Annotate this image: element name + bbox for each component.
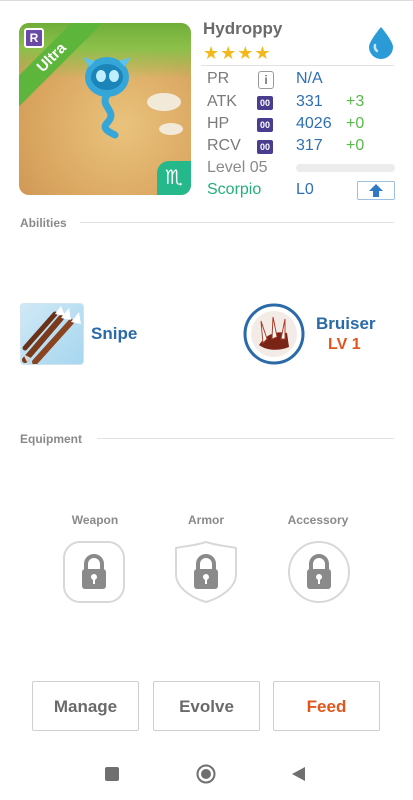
stat-value: 4026 (296, 115, 332, 132)
arrows-icon (22, 306, 81, 364)
arrow-up-icon (369, 184, 383, 197)
stat-label: PR (207, 70, 230, 87)
stat-value: N/A (296, 70, 323, 87)
stat-plus-chip: 00 (257, 96, 273, 110)
armor-slot[interactable] (174, 540, 238, 604)
abilities-divider (80, 222, 394, 223)
zodiac-level: L0 (296, 181, 314, 198)
stat-bonus: +0 (346, 137, 365, 154)
zodiac-name: Scorpio (207, 181, 262, 198)
ability-name[interactable]: Snipe (91, 324, 137, 344)
portrait-rock (147, 93, 181, 111)
trait-name[interactable]: Bruiser (316, 314, 376, 334)
portrait-rock (159, 123, 183, 135)
equipment-title: Equipment (20, 432, 82, 446)
stat-value: 331 (296, 93, 323, 110)
name-divider (201, 65, 394, 66)
recents-icon[interactable] (104, 766, 120, 782)
manage-button[interactable]: Manage (32, 681, 139, 731)
weapon-label: Weapon (71, 513, 119, 527)
stat-bonus: +3 (346, 93, 365, 110)
zodiac-upgrade-button[interactable] (357, 181, 395, 200)
accessory-slot[interactable] (287, 540, 351, 604)
stat-value: 317 (296, 137, 323, 154)
home-icon[interactable] (196, 764, 216, 784)
stat-row-pr: PR i N/A (207, 70, 397, 92)
rank-badge: R (24, 28, 44, 48)
top-divider (0, 0, 413, 1)
weapon-slot[interactable] (62, 540, 126, 604)
accessory-label: Accessory (287, 513, 349, 527)
stat-label: RCV (207, 137, 241, 154)
monster-name: Hydroppy (203, 19, 283, 38)
claw-icon[interactable] (243, 303, 305, 365)
monster-portrait[interactable]: Ultra R ♏ (19, 23, 191, 195)
trait-level: LV 1 (328, 336, 361, 353)
abilities-title: Abilities (20, 216, 67, 230)
ability-snipe-icon[interactable] (20, 303, 84, 365)
evolve-button[interactable]: Evolve (153, 681, 260, 731)
stat-label: ATK (207, 93, 237, 110)
zodiac-corner-icon: ♏ (157, 161, 191, 195)
info-icon[interactable]: i (258, 71, 274, 89)
stat-row-atk: ATK 00 331 +3 (207, 93, 397, 115)
back-icon[interactable] (290, 766, 306, 782)
level-label: Level 05 (207, 159, 268, 176)
stat-plus-chip: 00 (257, 118, 273, 132)
armor-label: Armor (187, 513, 224, 527)
stat-plus-chip: 00 (257, 140, 273, 154)
feed-button[interactable]: Feed (273, 681, 380, 731)
level-progress-bar (296, 164, 395, 172)
star-rating: ★★★★ (203, 43, 272, 63)
stat-label: HP (207, 115, 230, 132)
water-drop-icon (369, 27, 393, 59)
stat-bonus: +0 (346, 115, 365, 132)
system-navbar (0, 745, 413, 800)
equipment-divider (97, 438, 394, 439)
stat-row-hp: HP 00 4026 +0 (207, 115, 397, 137)
stat-row-rcv: RCV 00 317 +0 (207, 137, 397, 159)
